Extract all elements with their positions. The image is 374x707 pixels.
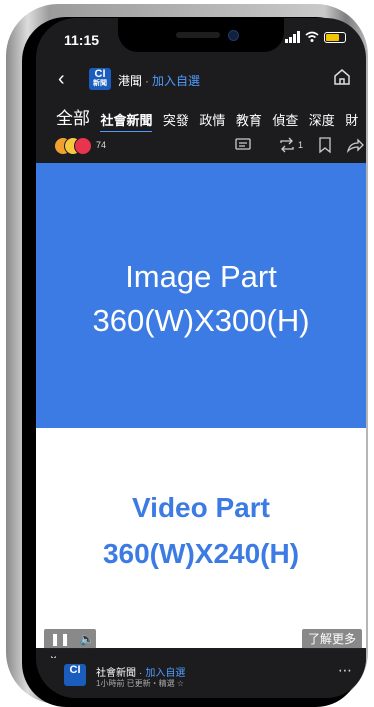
share-icon[interactable] (346, 136, 364, 154)
video-ad-placeholder[interactable]: Video Part 360(W)X240(H) (36, 428, 366, 648)
image-ad-placeholder[interactable]: Image Part 360(W)X300(H) (36, 163, 366, 428)
pause-icon[interactable]: ❚❚ (50, 632, 70, 646)
love-emoji-icon[interactable] (74, 137, 92, 155)
tab-investigation[interactable]: 偵查 (272, 110, 298, 129)
tab-education[interactable]: 教育 (236, 110, 262, 129)
next-source-logo[interactable]: CI (64, 664, 86, 686)
battery-icon (324, 31, 346, 43)
reaction-count: 74 (96, 140, 107, 150)
notch (118, 18, 284, 52)
status-icons (285, 31, 346, 43)
video-part-size: 360(W)X240(H) (102, 538, 300, 569)
speaker (176, 32, 220, 38)
next-post-header: CI 社會新聞 · 加入自選 1小時前 已更新・精選 ☆ ⋯ (36, 658, 366, 698)
status-bar: 11:15 (36, 18, 366, 58)
tab-breaking[interactable]: 突發 (163, 110, 189, 129)
nav-source-name[interactable]: 港聞 (118, 74, 142, 88)
category-tabs: 全部 社會新聞 突發 政情 教育 偵查 深度 財 (56, 104, 366, 132)
source-logo[interactable]: CI 新聞 (89, 68, 111, 90)
front-camera (228, 30, 239, 41)
wifi-icon (305, 31, 319, 42)
tab-all[interactable]: 全部 (56, 104, 90, 129)
top-nav-bar: ‹ CI 新聞 港聞 · 加入自選 (36, 64, 366, 98)
reactions-bar: 74 1 (54, 136, 366, 158)
back-button[interactable]: ‹ (58, 68, 65, 91)
tab-finance[interactable]: 財 (345, 110, 358, 129)
tab-social-news[interactable]: 社會新聞 (100, 110, 153, 132)
signal-icon (285, 31, 300, 43)
tab-in-depth[interactable]: 深度 (309, 110, 335, 129)
follow-button[interactable]: 加入自選 (152, 74, 200, 88)
more-options-icon[interactable]: ⋯ (338, 662, 352, 679)
comment-icon[interactable] (234, 136, 252, 154)
tab-politics[interactable]: 政情 (199, 110, 225, 129)
pause-mute-controls[interactable]: ❚❚ 🔈× (44, 629, 96, 666)
video-controls: ❚❚ 🔈× 了解更多 (36, 626, 366, 666)
repost-icon[interactable] (278, 136, 296, 154)
phone-screen: 11:15 ‹ CI 新聞 港聞 · 加入自選 全部 社會新聞 突發 政情 教育… (36, 18, 366, 698)
image-part-size: 360(W)X300(H) (92, 303, 310, 338)
bookmark-icon[interactable] (316, 136, 334, 154)
next-post-meta: 1小時前 已更新・精選 ☆ (96, 679, 185, 688)
image-part-title: Image Part (125, 259, 277, 294)
next-source-line: 社會新聞 · 加入自選 (96, 668, 186, 679)
nav-source-line: 港聞 · 加入自選 (118, 74, 201, 88)
status-time: 11:15 (64, 32, 100, 48)
repost-count: 1 (298, 140, 304, 150)
home-icon[interactable] (332, 67, 352, 87)
video-part-title: Video Part (132, 492, 270, 523)
learn-more-button[interactable]: 了解更多 (301, 629, 362, 649)
